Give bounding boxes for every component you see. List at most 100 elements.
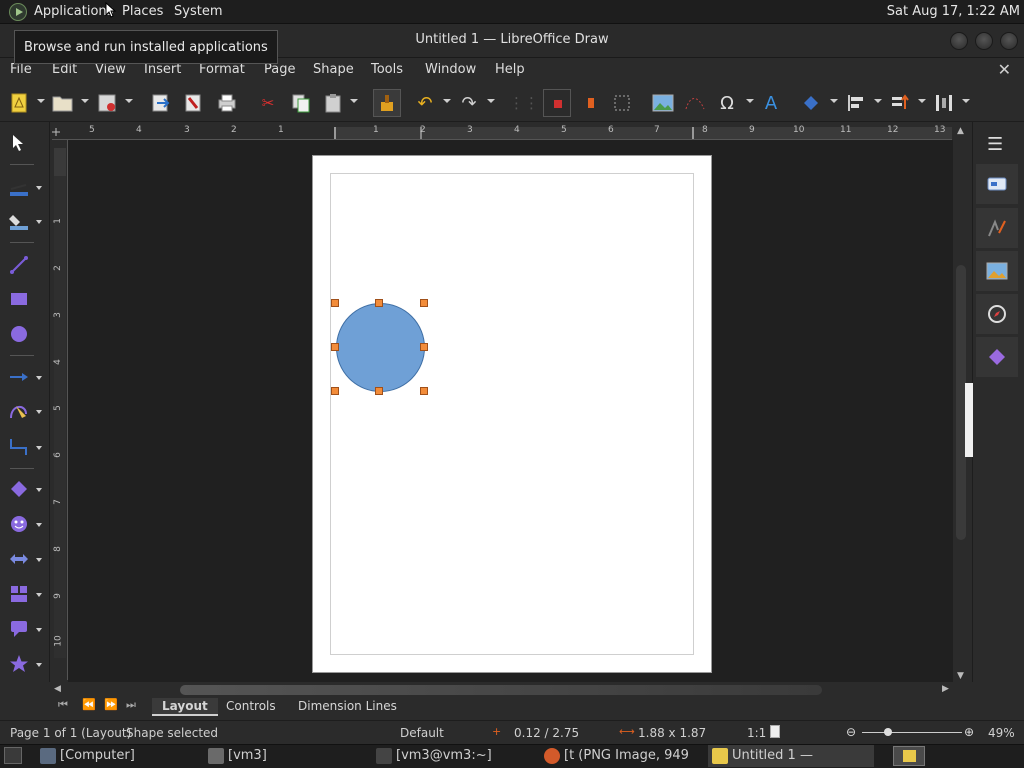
open-folder-icon[interactable] <box>52 92 74 114</box>
stars-icon[interactable] <box>8 653 30 675</box>
insert-image-icon[interactable] <box>652 92 674 114</box>
zoom-pan-icon[interactable] <box>580 92 602 114</box>
lines-and-arrows-dropdown-icon[interactable] <box>36 376 42 380</box>
vertical-ruler[interactable]: 1 2 3 4 5 6 7 8 9 10 <box>52 140 68 680</box>
taskbar-item-libreoffice-draw[interactable]: Untitled 1 — LibreOf... <box>708 745 874 767</box>
status-layout[interactable]: Default <box>400 726 444 740</box>
basic-shapes-dropdown-icon[interactable] <box>36 488 42 492</box>
curves-and-polygons-icon[interactable] <box>8 400 30 422</box>
menu-applications[interactable]: Applications <box>34 4 113 19</box>
taskbar-item-vm3-folder[interactable]: [vm3] <box>204 745 364 767</box>
helplines-icon[interactable] <box>543 89 571 117</box>
navigator-icon[interactable] <box>976 294 1018 334</box>
insert-curve-icon[interactable] <box>684 92 706 114</box>
undo-dropdown-icon[interactable] <box>443 99 451 103</box>
tab-layout[interactable]: Layout <box>152 698 218 716</box>
line-tool-icon[interactable] <box>8 254 30 276</box>
tab-dimension-lines[interactable]: Dimension Lines <box>288 698 407 716</box>
show-desktop-icon[interactable] <box>4 747 22 764</box>
export-icon[interactable] <box>150 92 172 114</box>
menu-window[interactable]: Window <box>425 62 476 77</box>
connectors-dropdown-icon[interactable] <box>36 446 42 450</box>
scroll-left-icon[interactable]: ◀ <box>54 684 61 694</box>
gallery-icon[interactable] <box>976 251 1018 291</box>
resize-handle[interactable] <box>420 299 428 307</box>
special-character-dropdown-icon[interactable] <box>746 99 754 103</box>
zoom-slider-track[interactable] <box>862 732 962 733</box>
styles-icon[interactable] <box>976 208 1018 248</box>
distribute-dropdown-icon[interactable] <box>962 99 970 103</box>
menu-system[interactable]: System <box>174 4 222 19</box>
zoom-out-icon[interactable]: ⊖ <box>846 725 856 739</box>
first-tab-icon[interactable]: ⏮ <box>58 698 68 712</box>
minimize-button[interactable] <box>950 32 968 50</box>
resize-handle[interactable] <box>420 387 428 395</box>
menu-tools[interactable]: Tools <box>371 62 403 77</box>
symbol-shapes-dropdown-icon[interactable] <box>36 523 42 527</box>
stars-dropdown-icon[interactable] <box>36 663 42 667</box>
last-tab-icon[interactable]: ⏭ <box>126 698 136 712</box>
line-color-icon[interactable] <box>8 176 30 198</box>
menu-file[interactable]: File <box>10 62 32 77</box>
previous-tab-icon[interactable]: ⏪ <box>82 698 96 711</box>
resize-handle[interactable] <box>375 299 383 307</box>
resize-handle[interactable] <box>331 387 339 395</box>
menu-page[interactable]: Page <box>264 62 295 77</box>
new-dropdown-icon[interactable] <box>37 99 45 103</box>
special-character-icon[interactable]: Ω <box>716 92 738 114</box>
taskbar-item-terminal[interactable]: [vm3@vm3:~] <box>372 745 532 767</box>
new-document-icon[interactable] <box>8 92 30 114</box>
block-arrows-dropdown-icon[interactable] <box>36 558 42 562</box>
applications-logo-icon[interactable] <box>9 3 27 21</box>
zoom-slider-knob[interactable] <box>883 728 892 736</box>
block-arrows-icon[interactable] <box>8 548 30 570</box>
connectors-icon[interactable] <box>8 436 30 458</box>
close-document-icon[interactable]: ✕ <box>998 60 1011 79</box>
callouts-icon[interactable] <box>8 618 30 640</box>
cut-icon[interactable]: ✂ <box>257 92 279 114</box>
selected-circle-shape[interactable] <box>336 303 425 392</box>
redo-dropdown-icon[interactable] <box>487 99 495 103</box>
scroll-down-icon[interactable]: ▼ <box>957 671 964 681</box>
align-icon[interactable] <box>845 92 867 114</box>
resize-handle[interactable] <box>331 299 339 307</box>
maximize-button[interactable] <box>975 32 993 50</box>
callouts-dropdown-icon[interactable] <box>36 628 42 632</box>
document-modified-icon[interactable] <box>770 725 780 738</box>
sidebar-collapse-handle[interactable] <box>965 383 973 457</box>
print-icon[interactable] <box>216 92 238 114</box>
workspace-switcher[interactable] <box>893 746 925 766</box>
transformations-icon[interactable] <box>611 92 633 114</box>
status-zoom[interactable]: 49% <box>988 726 1015 740</box>
fill-color-dropdown-icon[interactable] <box>36 220 42 224</box>
flowchart-dropdown-icon[interactable] <box>36 593 42 597</box>
menu-format[interactable]: Format <box>199 62 245 77</box>
grid-icon[interactable]: ⋮⋮ <box>509 92 539 114</box>
symbol-shapes-icon[interactable] <box>8 513 30 535</box>
clock[interactable]: Sat Aug 17, 1:22 AM <box>887 4 1020 19</box>
menu-insert[interactable]: Insert <box>144 62 181 77</box>
paste-dropdown-icon[interactable] <box>350 99 358 103</box>
save-icon[interactable] <box>96 92 118 114</box>
align-dropdown-icon[interactable] <box>874 99 882 103</box>
scroll-right-icon[interactable]: ▶ <box>942 684 949 694</box>
line-color-dropdown-icon[interactable] <box>36 186 42 190</box>
horizontal-scroll-thumb[interactable] <box>180 685 822 695</box>
sidebar-menu-icon[interactable]: ☰ <box>987 134 1003 155</box>
menu-help[interactable]: Help <box>495 62 525 77</box>
fill-color-icon[interactable] <box>8 210 30 232</box>
save-dropdown-icon[interactable] <box>125 99 133 103</box>
curves-dropdown-icon[interactable] <box>36 410 42 414</box>
taskbar-item-computer[interactable]: [Computer] <box>36 745 196 767</box>
flowchart-icon[interactable] <box>8 583 30 605</box>
lines-and-arrows-icon[interactable] <box>8 366 30 388</box>
paste-icon[interactable] <box>322 92 344 114</box>
clone-formatting-icon[interactable] <box>373 89 401 117</box>
close-window-button[interactable] <box>1000 32 1018 50</box>
undo-icon[interactable]: ↶ <box>414 92 436 114</box>
tab-controls[interactable]: Controls <box>216 698 286 716</box>
ellipse-tool-icon[interactable] <box>8 323 30 345</box>
scroll-up-icon[interactable]: ▲ <box>957 126 964 136</box>
rotate-icon[interactable] <box>800 92 822 114</box>
status-page[interactable]: Page 1 of 1 (Layout) <box>10 726 131 740</box>
